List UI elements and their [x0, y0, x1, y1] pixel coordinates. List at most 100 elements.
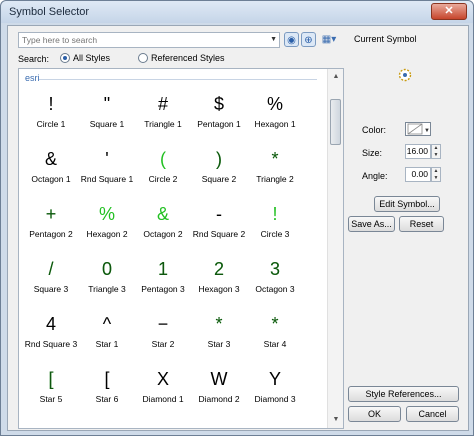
symbol-glyph: * * [247, 144, 303, 174]
symbol-item[interactable]: − Star 2 [135, 309, 191, 364]
dialog-body: ▼ ◉ ⊕ ▦▾ Search: All Styles Referenced S… [7, 25, 469, 431]
symbol-item[interactable]: * * Star 4 [247, 309, 303, 364]
symbol-name: Octagon 1 [31, 174, 71, 184]
search-dropdown-icon[interactable]: ▼ [270, 36, 277, 43]
all-styles-label: All Styles [73, 53, 111, 63]
symbol-item[interactable]: * * Star 3 [191, 309, 247, 364]
symbol-item[interactable]: % Hexagon 2 [79, 199, 135, 254]
symbol-name: Rnd Square 1 [80, 174, 134, 184]
radio-selected-icon [60, 53, 70, 63]
symbol-item[interactable]: W Diamond 2 [191, 364, 247, 419]
symbol-glyph-black-layer: 0 [101, 259, 112, 279]
scroll-thumb[interactable] [330, 99, 341, 145]
symbol-glyph: - [216, 204, 222, 224]
symbol-name: Square 1 [89, 119, 125, 129]
symbol-item[interactable]: " Square 1 [79, 89, 135, 144]
symbol-item[interactable]: 1 1 Pentagon 3 [135, 254, 191, 309]
size-input[interactable]: 16.00 [405, 144, 431, 159]
symbol-glyph-black-layer: [ [48, 369, 54, 389]
ok-button[interactable]: OK [348, 406, 401, 422]
size-spinner[interactable]: ▲ ▼ [431, 144, 441, 159]
zoom-icon[interactable]: ⊕ [301, 32, 316, 47]
symbol-name: Pentagon 3 [141, 284, 185, 294]
symbol-item[interactable]: ^ Star 1 [79, 309, 135, 364]
angle-spinner[interactable]: ▲ ▼ [431, 167, 441, 182]
symbol-name: Pentagon 1 [197, 119, 241, 129]
all-styles-radio[interactable]: All Styles [60, 53, 110, 63]
symbol-item[interactable]: & Octagon 1 [23, 144, 79, 199]
symbol-name: Star 2 [151, 339, 175, 349]
search-label: Search: [18, 54, 50, 64]
symbol-glyph: 4 [45, 314, 56, 334]
symbol-glyph-black-layer: 2 [213, 259, 224, 279]
symbol-item[interactable]: [[Star 5 [23, 364, 79, 419]
symbol-item[interactable]: + + Pentagon 2 [23, 199, 79, 254]
title-bar[interactable]: Symbol Selector ✕ [1, 1, 473, 23]
symbol-name: Hexagon 1 [254, 119, 296, 129]
symbol-name: Square 2 [201, 174, 237, 184]
symbol-glyph: + + [23, 199, 79, 229]
symbol-gallery[interactable]: esri ! Circle 1 " Square 1 # Triangle 1 $ Penta… [18, 68, 344, 429]
symbol-glyph-black-layer: * [271, 314, 279, 334]
color-label: Color: [362, 125, 387, 135]
referenced-styles-label: Referenced Styles [151, 53, 225, 63]
symbol-item[interactable]: / / Square 3 [23, 254, 79, 309]
symbol-glyph-black-layer: 3 [269, 259, 280, 279]
cancel-button[interactable]: Cancel [406, 406, 459, 422]
symbol-item[interactable]: $ Pentagon 1 [191, 89, 247, 144]
angle-input[interactable]: 0.00 [405, 167, 431, 182]
symbol-name: Hexagon 2 [86, 229, 128, 239]
referenced-styles-radio[interactable]: Referenced Styles [138, 53, 225, 63]
symbol-item[interactable]: 0 0 Triangle 3 [79, 254, 135, 309]
size-label: Size: [362, 148, 383, 158]
symbol-glyph: % [266, 94, 283, 114]
symbol-item[interactable]: X Diamond 1 [135, 364, 191, 419]
reset-button[interactable]: Reset [399, 216, 444, 232]
symbol-glyph-black-layer: ) [216, 149, 222, 169]
symbol-glyph: [[ [23, 364, 79, 394]
symbol-glyph: * * [191, 309, 247, 339]
color-picker[interactable]: ▼ [405, 122, 431, 136]
scroll-down-icon[interactable]: ▼ [328, 412, 343, 428]
symbol-item[interactable]: ' Rnd Square 1 [79, 144, 135, 199]
symbol-name: Star 4 [263, 339, 287, 349]
symbol-item[interactable]: - Rnd Square 2 [191, 199, 247, 254]
symbol-item[interactable]: & Octagon 2 [135, 199, 191, 254]
symbol-glyph: ! [272, 204, 278, 224]
view-options-icon[interactable]: ▦▾ [318, 32, 340, 47]
symbol-item[interactable]: 2 2 Hexagon 3 [191, 254, 247, 309]
close-button[interactable]: ✕ [431, 3, 467, 20]
symbol-name: Octagon 3 [255, 284, 295, 294]
symbol-glyph: Y [268, 369, 281, 389]
search-icon[interactable]: ◉ [284, 32, 299, 47]
symbol-glyph: 11 [135, 254, 191, 284]
symbol-name: Star 6 [95, 394, 119, 404]
symbol-item[interactable]: 4 Rnd Square 3 [23, 309, 79, 364]
window-title: Symbol Selector [9, 6, 90, 18]
symbol-glyph: " [103, 94, 111, 114]
search-box[interactable]: ▼ [18, 32, 280, 48]
symbol-glyph: W [210, 369, 228, 389]
search-input[interactable] [19, 33, 259, 47]
symbol-glyph: & [44, 149, 57, 169]
symbol-item[interactable]: [ Star 6 [79, 364, 135, 419]
scroll-up-icon[interactable]: ▲ [328, 69, 343, 85]
symbol-item[interactable]: % Hexagon 1 [247, 89, 303, 144]
symbol-name: Triangle 3 [88, 284, 126, 294]
symbol-glyph: [ [104, 369, 110, 389]
style-references-button[interactable]: Style References... [348, 386, 459, 402]
symbol-item[interactable]: (Circle 2 [135, 144, 191, 199]
symbol-item[interactable]: )) Square 2 [191, 144, 247, 199]
symbol-item[interactable]: * * Triangle 2 [247, 144, 303, 199]
gallery-scrollbar[interactable]: ▲ ▼ [327, 69, 343, 428]
symbol-item[interactable]: ! Circle 1 [23, 89, 79, 144]
symbol-item[interactable]: Y Diamond 3 [247, 364, 303, 419]
svg-text:▼: ▼ [424, 128, 430, 134]
symbol-selector-window: Symbol Selector ✕ ▼ ◉ ⊕ ▦▾ Search: All S… [0, 0, 474, 436]
save-as-button[interactable]: Save As... [348, 216, 395, 232]
symbol-item[interactable]: 3 3 Octagon 3 [247, 254, 303, 309]
symbol-item[interactable]: # Triangle 1 [135, 89, 191, 144]
edit-symbol-button[interactable]: Edit Symbol... [374, 196, 440, 212]
symbol-item[interactable]: ! Circle 3 [247, 199, 303, 254]
symbol-glyph: # [157, 94, 168, 114]
